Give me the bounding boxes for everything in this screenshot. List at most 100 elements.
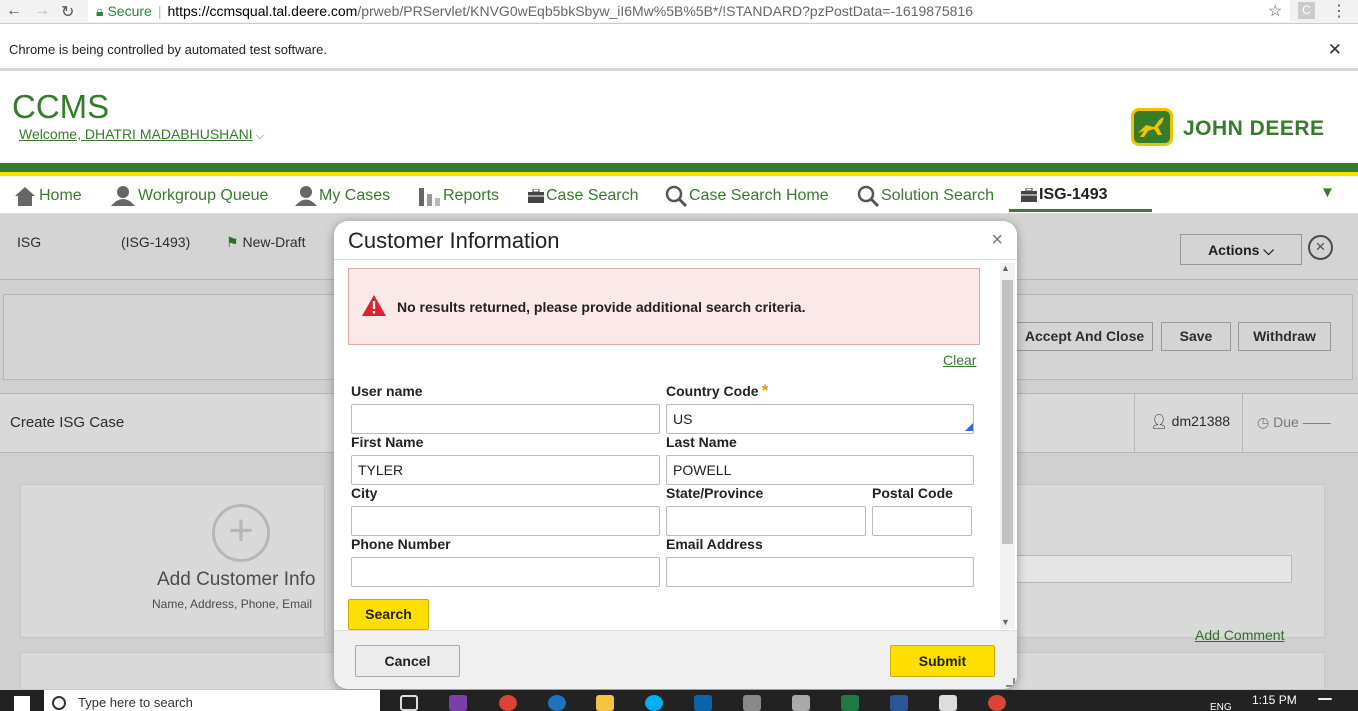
welcome-menu[interactable]: Welcome, DHATRI MADABHUSHANI ⌵ xyxy=(19,126,264,143)
active-tab-indicator xyxy=(1009,209,1152,212)
state-input[interactable] xyxy=(666,506,866,536)
error-text: No results returned, please provide addi… xyxy=(397,299,806,315)
close-icon[interactable]: × xyxy=(991,229,1003,252)
lock-icon: 🔒︎ xyxy=(96,3,104,19)
taskbar-clock[interactable]: 1:15 PM xyxy=(1252,693,1297,707)
user-name: DHATRI MADABHUSHANI xyxy=(84,126,253,142)
username-input[interactable] xyxy=(351,404,660,434)
briefcase-icon xyxy=(528,189,544,203)
nav-case-search-home[interactable]: Case Search Home xyxy=(665,185,829,207)
john-deere-logo-text: JOHN DEERE xyxy=(1183,117,1325,140)
welcome-prefix: Welcome, xyxy=(19,126,85,142)
header-green-stripe xyxy=(0,163,1358,172)
nav-my-cases[interactable]: My Cases xyxy=(295,186,390,206)
secure-label: Secure xyxy=(107,3,152,19)
input-language[interactable]: ENG xyxy=(1210,702,1232,711)
infobar-close-icon[interactable]: ✕ xyxy=(1328,29,1342,71)
chevron-down-icon: ⌵ xyxy=(255,130,264,142)
users-icon xyxy=(111,186,135,206)
app-title: CCMS xyxy=(12,88,110,125)
resize-grip-icon[interactable] xyxy=(1006,678,1015,687)
state-label: State/Province xyxy=(666,485,764,501)
windows-start-icon[interactable] xyxy=(14,696,30,711)
phone-input[interactable] xyxy=(351,557,660,587)
nav-overflow-arrow-icon[interactable]: ▼ xyxy=(1320,184,1335,201)
scroll-down-icon[interactable]: ▼ xyxy=(1001,617,1010,627)
email-input[interactable] xyxy=(666,557,974,587)
tab-isg-1493[interactable]: ISG-1493 xyxy=(1021,185,1107,205)
city-input[interactable] xyxy=(351,506,660,536)
dialog-footer: Cancel Submit xyxy=(334,630,1017,689)
url-path: /prweb/PRServlet/KNVG0wEqb5bkSbyw_iI6Mw%… xyxy=(357,3,973,19)
outlook-icon[interactable] xyxy=(694,695,712,711)
task-view-icon[interactable] xyxy=(400,695,418,711)
email-label: Email Address xyxy=(666,536,763,552)
username-label: User name xyxy=(351,383,423,399)
tab-isg-label: ISG-1493 xyxy=(1039,186,1108,203)
first-name-label: First Name xyxy=(351,434,424,450)
nav-home-label: Home xyxy=(39,187,82,204)
main-nav: Home Workgroup Queue My Cases Reports Ca… xyxy=(0,176,1358,214)
nav-reports[interactable]: Reports xyxy=(419,186,499,206)
error-message-box: No results returned, please provide addi… xyxy=(348,268,980,345)
nav-case-search-home-label: Case Search Home xyxy=(689,187,829,204)
bar-chart-icon xyxy=(419,188,440,206)
calculator-icon[interactable] xyxy=(939,695,957,711)
john-deere-deer-logo xyxy=(1131,108,1173,146)
back-icon[interactable]: ← xyxy=(6,2,22,20)
scroll-up-icon[interactable]: ▲ xyxy=(1001,263,1010,273)
last-name-input[interactable] xyxy=(666,455,974,485)
search-icon xyxy=(857,185,879,207)
postal-code-input[interactable] xyxy=(872,506,972,536)
address-bar[interactable]: 🔒︎ Secure | https://ccmsqual.tal.deere.com/… xyxy=(88,0,1290,22)
briefcase-icon xyxy=(1021,188,1037,202)
menu-kebab-icon[interactable]: ⋮ xyxy=(1331,1,1347,21)
reload-icon[interactable]: ↻ xyxy=(61,2,74,22)
notifications-icon[interactable] xyxy=(1318,698,1332,700)
first-name-input[interactable] xyxy=(351,455,660,485)
submit-button[interactable]: Submit xyxy=(890,645,995,677)
word-icon[interactable] xyxy=(890,695,908,711)
infobar-text: Chrome is being controlled by automated … xyxy=(9,42,327,57)
required-asterisk: * xyxy=(761,381,769,400)
search-button[interactable]: Search xyxy=(348,599,429,630)
chrome-icon[interactable] xyxy=(988,695,1006,711)
scrollbar-thumb[interactable] xyxy=(1002,280,1013,544)
chrome-icon[interactable] xyxy=(499,695,517,711)
nav-solution-search[interactable]: Solution Search xyxy=(857,185,994,207)
cancel-button[interactable]: Cancel xyxy=(355,645,460,677)
profile-badge[interactable]: C xyxy=(1298,2,1315,19)
city-label: City xyxy=(351,485,378,501)
forward-icon[interactable]: → xyxy=(34,2,50,20)
home-icon xyxy=(15,187,35,206)
nav-case-search-label: Case Search xyxy=(546,187,639,204)
search-icon xyxy=(665,185,687,207)
nav-case-search[interactable]: Case Search xyxy=(528,186,639,206)
dialog-title: Customer Information xyxy=(348,228,560,253)
skype-icon[interactable] xyxy=(645,695,663,711)
warning-icon xyxy=(362,295,386,316)
file-explorer-icon[interactable] xyxy=(596,695,614,711)
user-icon xyxy=(295,186,317,206)
country-code-label: Country Code * xyxy=(666,381,769,400)
windows-taskbar: Type here to search ENG 1:15 PM xyxy=(0,690,1358,711)
nav-workgroup-queue[interactable]: Workgroup Queue xyxy=(108,186,268,206)
taskbar-search[interactable]: Type here to search xyxy=(44,690,380,711)
nav-workgroup-label: Workgroup Queue xyxy=(138,187,269,204)
clear-link[interactable]: Clear xyxy=(943,352,976,368)
last-name-label: Last Name xyxy=(666,434,737,450)
excel-icon[interactable] xyxy=(841,695,859,711)
browser-toolbar: ← → ↻ 🔒︎ Secure | https://ccmsqual.tal.deer… xyxy=(0,0,1358,24)
customer-information-dialog: Customer Information × No results return… xyxy=(334,221,1017,689)
autocomplete-corner-icon xyxy=(965,423,973,431)
nav-home[interactable]: Home xyxy=(13,186,82,206)
edge-icon[interactable] xyxy=(548,695,566,711)
app-icon[interactable] xyxy=(792,695,810,711)
app-icon[interactable] xyxy=(743,695,761,711)
bookmark-star-icon[interactable]: ☆ xyxy=(1268,1,1282,21)
app-icon[interactable] xyxy=(449,695,467,711)
nav-my-cases-label: My Cases xyxy=(319,187,391,204)
postal-code-label: Postal Code xyxy=(872,485,953,501)
country-code-input[interactable] xyxy=(666,404,974,434)
url-domain: https://ccmsqual.tal.deere.com xyxy=(167,3,358,19)
